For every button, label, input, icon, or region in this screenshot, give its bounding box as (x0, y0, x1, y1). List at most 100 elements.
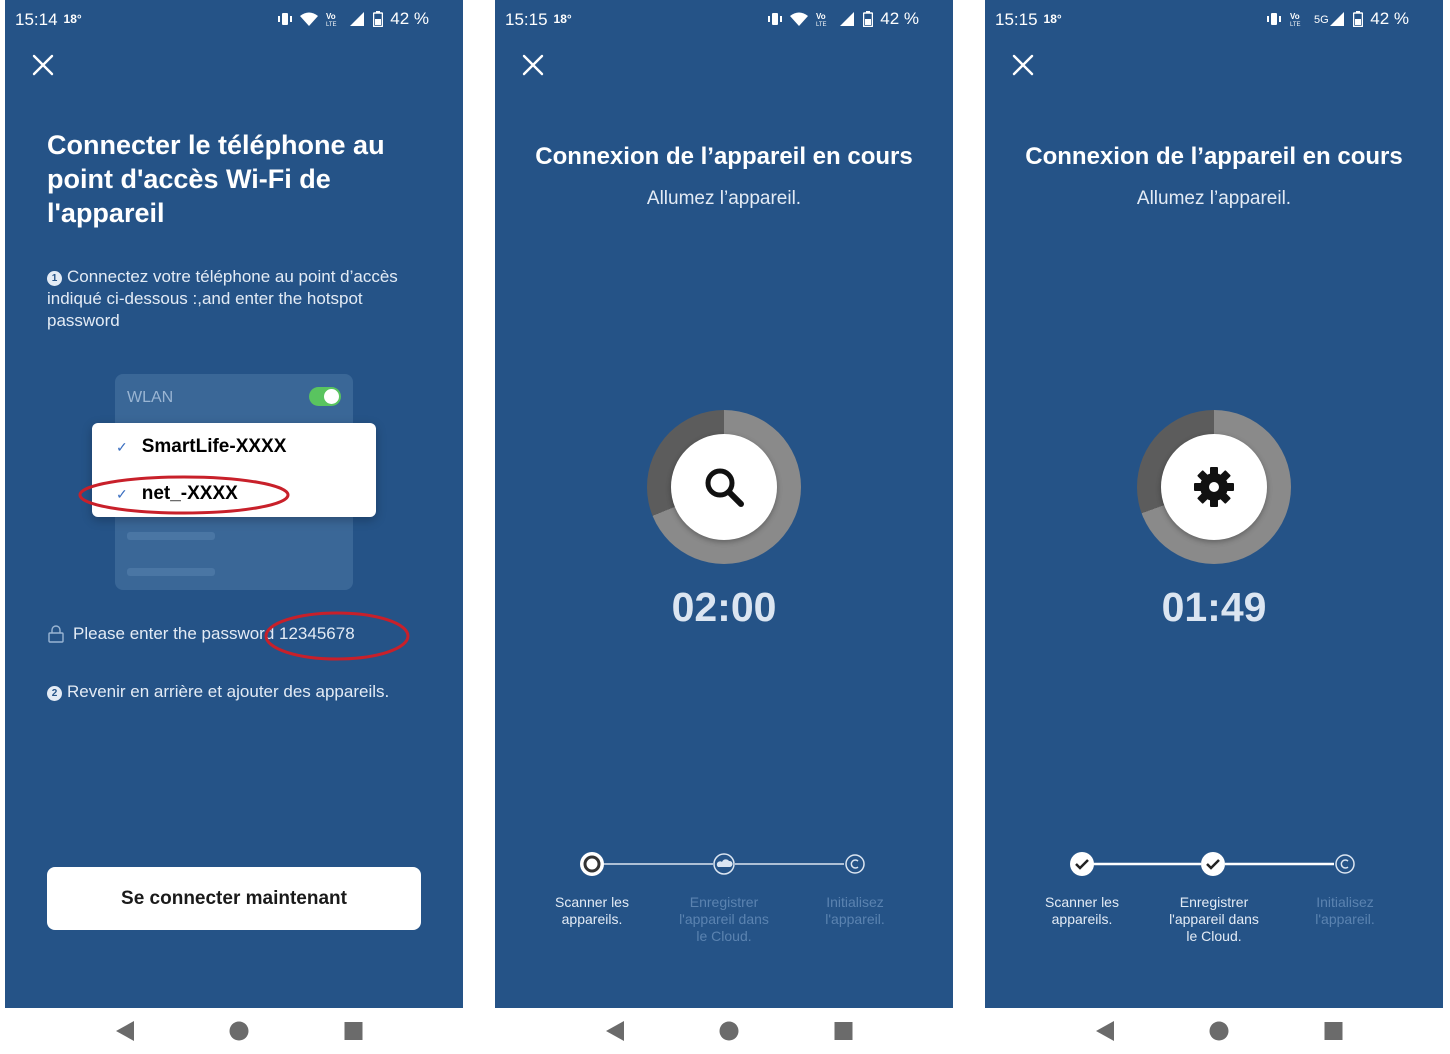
initialize-icon (1335, 854, 1355, 874)
battery-icon (1353, 11, 1364, 27)
navigation-bar (495, 1008, 953, 1054)
screen-background: 15:14 18° Vo LTE 42 % Connecter le télépho… (5, 0, 463, 1008)
battery-level: 42 % (1370, 9, 1409, 28)
wlan-toggle (309, 387, 341, 406)
network-item: ✓ SmartLife-XXXX (116, 436, 287, 457)
status-temperature: 18° (553, 12, 572, 26)
svg-text:LTE: LTE (326, 22, 337, 27)
connect-now-button[interactable]: Se connecter maintenant (47, 867, 421, 930)
recents-icon[interactable] (1319, 1018, 1349, 1044)
battery-level: 42 % (880, 9, 919, 28)
cloud-icon (713, 853, 735, 875)
progress-ring (647, 410, 801, 564)
step-2-number: 2 (47, 686, 62, 701)
volte-icon: VoLTE (1290, 12, 1301, 27)
step-1-text: Connectez votre téléphone au point d’acc… (47, 267, 398, 330)
vibrate-icon (768, 13, 783, 25)
battery-level: 42 % (390, 9, 429, 28)
close-icon[interactable] (519, 51, 547, 79)
gear-icon (1194, 467, 1234, 507)
step-label-scan: Scanner les appareils. (1045, 894, 1119, 927)
countdown-timer: 02:00 (671, 584, 777, 630)
step-2-text: Revenir en arrière et ajouter des appare… (67, 682, 390, 701)
highlight-ellipse (264, 611, 410, 661)
progress-ring (1137, 410, 1291, 564)
ring-center (1161, 434, 1267, 540)
recents-icon[interactable] (339, 1018, 369, 1044)
svg-text:Vo: Vo (816, 12, 826, 21)
checkmark-icon: ✓ (116, 438, 128, 455)
step-1-number: 1 (47, 271, 62, 286)
status-icons: Vo LTE 42 % (767, 9, 919, 29)
progress-steps (580, 852, 865, 876)
back-icon[interactable] (600, 1018, 630, 1044)
wlan-label: WLAN (127, 389, 174, 406)
battery-icon (373, 11, 384, 27)
battery-icon (863, 11, 874, 27)
svg-text:5G: 5G (1314, 14, 1329, 26)
step-label-initialize: Initialisez l'appareil. (1315, 894, 1375, 927)
signal-icon (350, 12, 365, 26)
initialize-icon (845, 854, 865, 874)
close-icon[interactable] (1009, 51, 1037, 79)
wifi-icon (300, 12, 319, 26)
volte-icon: VoLTE (326, 12, 337, 27)
status-bar: 15:15 18° Vo LTE 42 % (495, 0, 953, 36)
step-label-register: Enregistrer l'appareil dans le Cloud. (1169, 894, 1259, 944)
step-1-active-icon (580, 852, 604, 876)
lock-icon (48, 625, 64, 643)
step-2-done-icon (1201, 852, 1225, 876)
ring-center (671, 434, 777, 540)
status-time: 15:15 18° (505, 10, 572, 29)
home-icon[interactable] (1204, 1018, 1234, 1044)
vibrate-icon (1267, 13, 1282, 25)
search-icon (705, 468, 744, 507)
wifi-icon (790, 12, 809, 26)
page-subtitle: Allumez l’appareil. (646, 188, 802, 209)
status-temperature: 18° (63, 12, 82, 26)
screen-background: 15:15 18° Vo LTE 42 % Connexion de l’appar… (495, 0, 953, 1008)
placeholder-line (127, 532, 215, 540)
back-icon[interactable] (1090, 1018, 1120, 1044)
step-label-scan: Scanner les appareils. (555, 894, 629, 927)
status-bar: 15:14 18° Vo LTE 42 % (5, 0, 463, 36)
back-icon[interactable] (110, 1018, 140, 1044)
status-icons: Vo LTE 42 % (277, 9, 429, 29)
status-time: 15:14 18° (15, 10, 82, 29)
5g-signal-icon: 5G (1314, 12, 1345, 26)
home-icon[interactable] (714, 1018, 744, 1044)
placeholder-line (127, 568, 215, 576)
step-1-done-icon (1070, 852, 1094, 876)
svg-text:Vo: Vo (1290, 12, 1300, 21)
step-label-register: Enregistrer l'appareil dans le Cloud. (679, 894, 769, 944)
navigation-bar (985, 1008, 1443, 1054)
step-1-instruction: 1 Connectez votre téléphone au point d’ac… (47, 266, 417, 332)
progress-steps (1070, 852, 1355, 876)
phone-screen-registering: 15:15 18° Vo LTE 5G 42 % Connexion de l’ap… (985, 0, 1443, 1054)
step-label-initialize: Initialisez l'appareil. (825, 894, 885, 927)
phone-screen-scanning: 15:15 18° Vo LTE 42 % Connexion de l’appar… (495, 0, 953, 1054)
page-title: Connexion de l’appareil en cours (1025, 143, 1403, 170)
phone-screen-wifi-hotspot: 15:14 18° Vo LTE 42 % Connecter le télépho… (5, 0, 463, 1054)
screen-background: 15:15 18° Vo LTE 5G 42 % Connexion de l’ap… (985, 0, 1443, 1008)
svg-text:LTE: LTE (816, 22, 827, 27)
page-title: Connexion de l’appareil en cours (535, 143, 913, 170)
highlight-ellipse (78, 475, 290, 515)
home-icon[interactable] (224, 1018, 254, 1044)
svg-text:Vo: Vo (326, 12, 336, 21)
navigation-bar (5, 1008, 463, 1054)
vibrate-icon (278, 13, 293, 25)
status-icons: Vo LTE 5G 42 % (1266, 9, 1409, 29)
step-2-instruction: 2 Revenir en arrière et ajouter des appar… (47, 682, 427, 702)
recents-icon[interactable] (829, 1018, 859, 1044)
status-temperature: 18° (1043, 12, 1062, 26)
volte-icon: VoLTE (816, 12, 827, 27)
close-icon[interactable] (29, 51, 57, 79)
page-title: Connecter le téléphone au point d'accès … (47, 130, 385, 228)
status-bar: 15:15 18° Vo LTE 5G 42 % (985, 0, 1443, 36)
status-time: 15:15 18° (995, 10, 1062, 29)
signal-icon (840, 12, 855, 26)
page-subtitle: Allumez l’appareil. (1136, 188, 1292, 209)
svg-text:LTE: LTE (1290, 22, 1301, 27)
countdown-timer: 01:49 (1161, 584, 1267, 630)
